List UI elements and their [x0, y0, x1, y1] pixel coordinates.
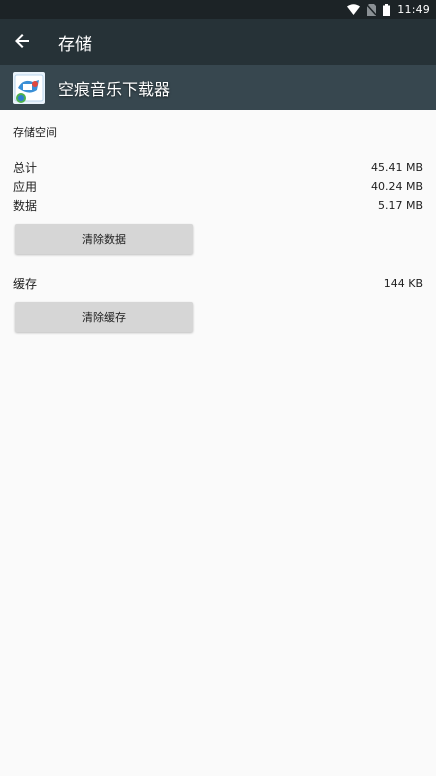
- battery-icon: [383, 3, 391, 16]
- app-icon: [13, 71, 45, 104]
- arrow-back-icon: [15, 33, 29, 52]
- status-bar: 11:49: [0, 0, 436, 19]
- wifi-icon: [347, 4, 361, 15]
- row-label: 缓存: [13, 276, 38, 291]
- no-sim-icon: [367, 3, 377, 16]
- row-value: 144 KB: [383, 276, 423, 290]
- row-value: 5.17 MB: [377, 198, 423, 212]
- toolbar: 存储: [0, 19, 436, 65]
- clear-data-button[interactable]: 清除数据: [15, 224, 193, 254]
- app-header: 空痕音乐下载器: [0, 65, 436, 110]
- storage-row-app: 应用 40.24 MB: [13, 177, 423, 195]
- row-label: 总计: [13, 160, 38, 175]
- row-value: 40.24 MB: [370, 179, 423, 193]
- clear-cache-button[interactable]: 清除缓存: [15, 302, 193, 332]
- storage-row-total: 总计 45.41 MB: [13, 158, 423, 176]
- row-label: 应用: [13, 179, 38, 194]
- page-title: 存储: [58, 34, 92, 55]
- back-button[interactable]: [0, 19, 44, 65]
- app-name: 空痕音乐下载器: [58, 79, 171, 99]
- storage-section-title: 存储空间: [13, 126, 57, 139]
- storage-row-data: 数据 5.17 MB: [13, 196, 423, 214]
- row-value: 45.41 MB: [370, 160, 423, 174]
- row-label: 数据: [13, 198, 38, 213]
- cache-row: 缓存 144 KB: [13, 274, 423, 292]
- status-time: 11:49: [397, 3, 430, 16]
